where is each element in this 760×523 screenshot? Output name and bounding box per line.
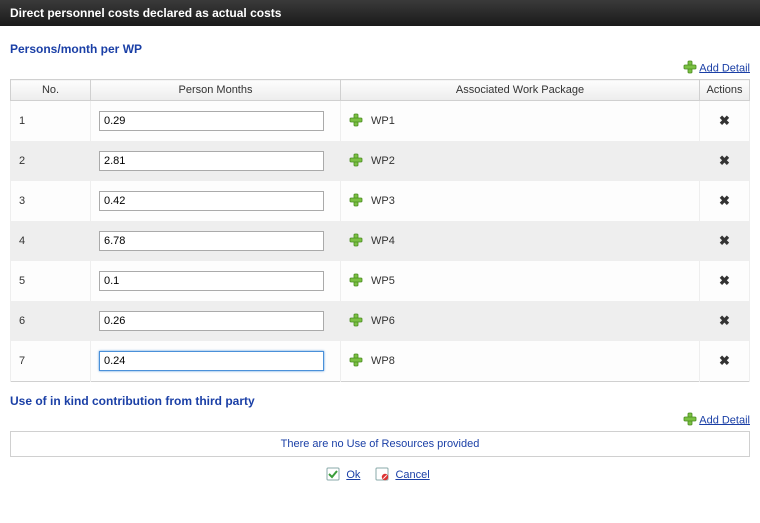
empty-resources-message: There are no Use of Resources provided [10,431,750,457]
wp-label: WP8 [371,355,395,367]
person-months-input[interactable] [99,231,324,251]
cell-wp: WP8 [341,341,700,382]
table-row: 1 WP1 ✖ [11,101,750,142]
table-row: 6 WP6 ✖ [11,301,750,341]
cell-no: 5 [11,261,91,301]
plus-icon [683,60,697,77]
cell-pm [91,141,341,181]
delete-row-button[interactable]: ✖ [719,353,730,368]
cancel-button[interactable]: Cancel [395,469,429,481]
cell-wp: WP3 [341,181,700,221]
plus-icon[interactable] [349,153,363,170]
wp-label: WP2 [371,155,395,167]
cancel-icon [375,467,389,484]
plus-icon[interactable] [349,353,363,370]
delete-row-button[interactable]: ✖ [719,153,730,168]
cell-actions: ✖ [700,261,750,301]
cell-no: 4 [11,221,91,261]
cell-no: 3 [11,181,91,221]
plus-icon[interactable] [349,113,363,130]
col-header-no: No. [11,80,91,101]
plus-icon[interactable] [349,233,363,250]
cell-pm [91,301,341,341]
person-months-input[interactable] [99,111,324,131]
delete-row-button[interactable]: ✖ [719,273,730,288]
plus-icon[interactable] [349,313,363,330]
cell-actions: ✖ [700,141,750,181]
delete-row-button[interactable]: ✖ [719,113,730,128]
delete-row-button[interactable]: ✖ [719,233,730,248]
table-row: 4 WP4 ✖ [11,221,750,261]
wp-label: WP4 [371,235,395,247]
table-row: 3 WP3 ✖ [11,181,750,221]
section-title-persons-month: Persons/month per WP [10,42,750,56]
person-months-input[interactable] [99,191,324,211]
cell-no: 7 [11,341,91,382]
plus-icon[interactable] [349,193,363,210]
wp-label: WP5 [371,275,395,287]
cell-actions: ✖ [700,301,750,341]
delete-row-button[interactable]: ✖ [719,313,730,328]
cell-no: 2 [11,141,91,181]
wp-label: WP3 [371,195,395,207]
cell-wp: WP6 [341,301,700,341]
cell-actions: ✖ [700,221,750,261]
persons-month-table: No. Person Months Associated Work Packag… [10,79,750,382]
person-months-input[interactable] [99,311,324,331]
cell-no: 1 [11,101,91,142]
cell-wp: WP2 [341,141,700,181]
cell-pm [91,101,341,142]
table-row: 2 WP2 ✖ [11,141,750,181]
person-months-input[interactable] [99,151,324,171]
cell-actions: ✖ [700,101,750,142]
cell-actions: ✖ [700,341,750,382]
cell-no: 6 [11,301,91,341]
table-row: 7 WP8 ✖ [11,341,750,382]
delete-row-button[interactable]: ✖ [719,193,730,208]
ok-icon [326,467,340,484]
table-row: 5 WP5 ✖ [11,261,750,301]
cell-wp: WP4 [341,221,700,261]
dialog-title: Direct personnel costs declared as actua… [10,6,281,20]
wp-label: WP1 [371,115,395,127]
dialog-title-bar: Direct personnel costs declared as actua… [0,0,760,26]
col-header-wp: Associated Work Package [341,80,700,101]
plus-icon [683,412,697,429]
col-header-actions: Actions [700,80,750,101]
cell-wp: WP1 [341,101,700,142]
person-months-input[interactable] [99,271,324,291]
section-title-in-kind: Use of in kind contribution from third p… [10,394,750,408]
ok-button[interactable]: Ok [346,469,360,481]
wp-label: WP6 [371,315,395,327]
cell-pm [91,221,341,261]
cell-pm [91,181,341,221]
cell-pm [91,341,341,382]
col-header-pm: Person Months [91,80,341,101]
person-months-input[interactable] [99,351,324,371]
cell-wp: WP5 [341,261,700,301]
footer-buttons: Ok Cancel [10,467,750,484]
plus-icon[interactable] [349,273,363,290]
cell-pm [91,261,341,301]
add-detail-link-2[interactable]: Add Detail [699,414,750,426]
cell-actions: ✖ [700,181,750,221]
add-detail-link[interactable]: Add Detail [699,62,750,74]
